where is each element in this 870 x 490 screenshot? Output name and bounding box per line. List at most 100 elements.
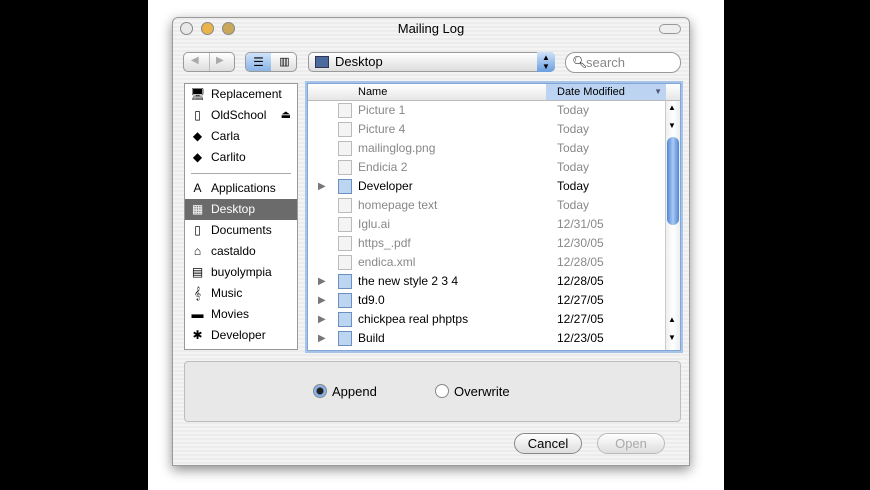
sidebar-item-carlito[interactable]: ◆ Carlito [185, 147, 297, 168]
search-icon: 🔍︎ [572, 55, 588, 69]
cancel-button[interactable]: Cancel [514, 433, 582, 454]
sidebar: 🖥 Replacement ▯ OldSchool ⏏ ◆ Carla ◆ Carlito A Ap… [184, 83, 298, 350]
name-column-header[interactable]: Name [358, 86, 387, 98]
overwrite-radio[interactable]: Overwrite [435, 384, 510, 399]
sidebar-item-label: Developer [211, 328, 266, 342]
sidebar-item-music[interactable]: 𝄞 Music [185, 283, 297, 304]
view-mode-buttons: ☰ ▥ [245, 52, 297, 72]
file-date: 12/28/05 [557, 274, 604, 288]
sidebar-item-label: OldSchool [211, 108, 267, 122]
column-view-icon[interactable]: ▥ [272, 53, 296, 71]
sidebar-item-label: castaldo [211, 244, 256, 258]
file-icon [338, 122, 352, 137]
disk-icon: ◆ [192, 150, 203, 164]
sidebar-item-developer[interactable]: ✱ Developer [185, 325, 297, 346]
sidebar-item-carla[interactable]: ◆ Carla [185, 126, 297, 147]
append-radio[interactable]: Append [313, 384, 377, 399]
scroll-up-icon[interactable]: ▲ [668, 103, 676, 112]
file-name: Picture 4 [358, 122, 406, 136]
date-column-header[interactable]: Date Modified ▼ [546, 84, 666, 100]
eject-icon[interactable]: ⏏ [281, 105, 291, 126]
file-name: chickpea real phptps [358, 312, 469, 326]
sidebar-item-label: Documents [211, 223, 272, 237]
search-field[interactable]: 🔍︎ search [565, 52, 681, 73]
scroll-down-icon[interactable]: ▼ [668, 121, 676, 130]
file-name: endica.xml [358, 255, 416, 269]
open-button[interactable]: Open [597, 433, 665, 454]
close-button[interactable] [180, 22, 193, 35]
list-item[interactable]: ▶ Build 12/23/05 [308, 329, 680, 348]
computer-icon: 🖥 [190, 87, 206, 101]
list-header: Name Date Modified ▼ [308, 84, 680, 101]
sidebar-item-label: Replacement [211, 87, 282, 101]
file-name: the new style 2 3 4 [358, 274, 459, 288]
developer-icon: ✱ [192, 328, 203, 342]
zoom-button[interactable] [222, 22, 235, 35]
sidebar-item-applications[interactable]: A Applications [185, 178, 297, 199]
file-name: td9.0 [358, 293, 385, 307]
list-item: Picture 1 Today [308, 101, 680, 120]
list-item: Picture 4 Today [308, 120, 680, 139]
date-column-label: Date Modified [557, 86, 625, 98]
file-name: Iglu.ai [358, 217, 391, 231]
folder-icon [338, 312, 352, 327]
sidebar-item-movies[interactable]: ▬ Movies [185, 304, 297, 325]
document-icon: ▯ [194, 223, 201, 237]
ipod-icon: ▯ [194, 108, 201, 122]
file-icon [338, 255, 352, 270]
disclosure-triangle-icon[interactable]: ▶ [318, 310, 326, 329]
sidebar-item-desktop[interactable]: ▦ Desktop [185, 199, 297, 220]
forward-button[interactable]: ▶ [216, 55, 224, 66]
file-name: https_.pdf [358, 236, 411, 250]
desktop-icon [315, 56, 329, 68]
list-item: https_.pdf 12/30/05 [308, 234, 680, 253]
list-view-icon[interactable]: ☰ [246, 53, 271, 71]
disclosure-triangle-icon[interactable]: ▶ [318, 329, 326, 348]
folder-icon [338, 274, 352, 289]
file-date: Today [557, 160, 590, 174]
sidebar-item-label: Carla [211, 129, 240, 143]
file-icon [338, 103, 352, 118]
disclosure-triangle-icon[interactable]: ▶ [318, 291, 326, 310]
file-date: Today [557, 122, 590, 136]
location-popup[interactable]: Desktop ▲ ▼ [308, 52, 555, 72]
file-icon [338, 217, 352, 232]
list-item[interactable]: ▶ Developer Today [308, 177, 680, 196]
file-icon [338, 160, 352, 175]
file-name: Endicia 2 [358, 160, 408, 174]
file-name: Developer [358, 179, 413, 193]
minimize-button[interactable] [201, 22, 214, 35]
disclosure-triangle-icon[interactable]: ▶ [318, 272, 326, 291]
sidebar-item-label: buyolympia [211, 265, 272, 279]
vertical-scrollbar[interactable]: ▲ ▼ ▲ ▼ [665, 101, 680, 350]
sidebar-item-label: Carlito [211, 150, 246, 164]
sidebar-item-replacement[interactable]: 🖥 Replacement [185, 84, 297, 105]
file-date: Today [557, 198, 590, 212]
radio-selected-icon [313, 384, 327, 398]
sidebar-item-oldschool[interactable]: ▯ OldSchool ⏏ [185, 105, 297, 126]
back-button[interactable]: ◀ [191, 55, 199, 66]
append-label: Append [332, 384, 377, 399]
list-item: endica.xml 12/28/05 [308, 253, 680, 272]
popup-arrows-icon: ▲ ▼ [537, 52, 555, 72]
scroll-down-icon[interactable]: ▼ [668, 333, 676, 342]
toolbar-toggle-button[interactable] [659, 24, 681, 34]
file-date: 12/27/05 [557, 293, 604, 307]
sidebar-item-buyolympia[interactable]: ▤ buyolympia [185, 262, 297, 283]
file-icon [338, 141, 352, 156]
file-date: Today [557, 179, 590, 193]
file-date: 12/31/05 [557, 217, 604, 231]
window-title: Mailing Log [397, 21, 465, 36]
sidebar-item-castaldo[interactable]: ⌂ castaldo [185, 241, 297, 262]
list-item[interactable]: ▶ td9.0 12/27/05 [308, 291, 680, 310]
disclosure-triangle-icon[interactable]: ▶ [318, 177, 326, 196]
sidebar-item-documents[interactable]: ▯ Documents [185, 220, 297, 241]
scroll-up-icon[interactable]: ▲ [668, 315, 676, 324]
file-icon [338, 198, 352, 213]
scroll-thumb[interactable] [667, 137, 679, 225]
list-item[interactable]: ▶ the new style 2 3 4 12/28/05 [308, 272, 680, 291]
list-item[interactable]: ▶ chickpea real phptps 12/27/05 [308, 310, 680, 329]
open-dialog: Mailing Log ◀ ▶ ☰ ▥ Desktop ▲ ▼ 🔍︎ search… [172, 17, 690, 466]
file-name: Build [358, 331, 385, 345]
list-item: mailinglog.png Today [308, 139, 680, 158]
